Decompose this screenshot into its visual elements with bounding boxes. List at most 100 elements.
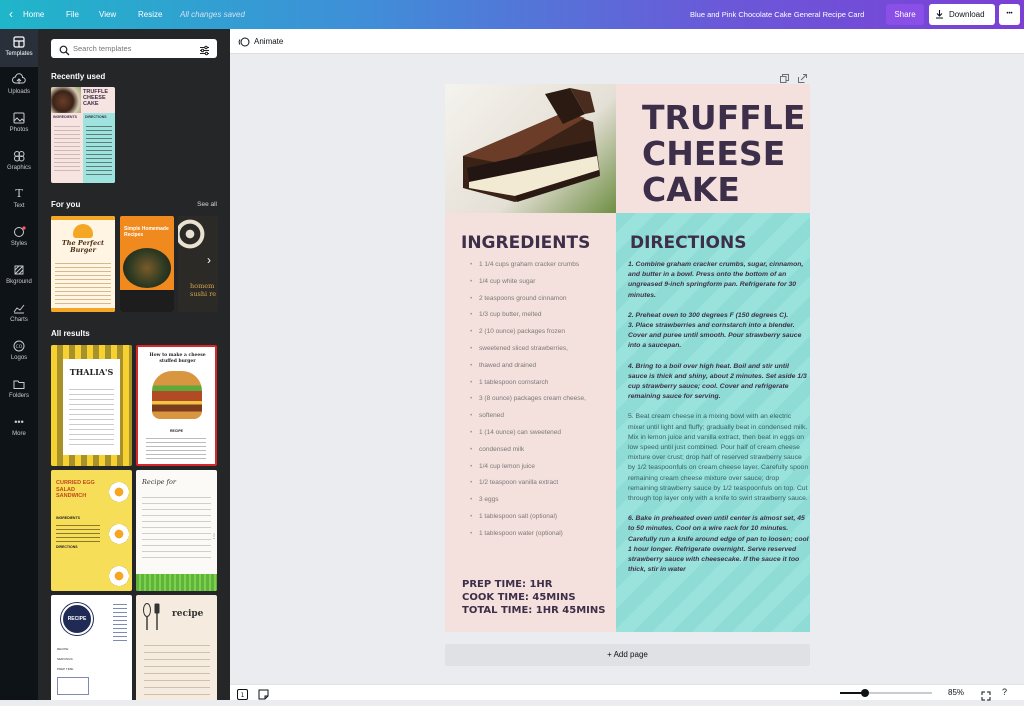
file-menu[interactable]: File [66,0,79,29]
notes-icon[interactable] [258,687,269,705]
burger-icon [73,224,93,238]
direction-step: 6. Bake in preheated oven until center i… [628,515,809,574]
prep-time: PREP TIME: 1HR [462,579,553,590]
thumb-menu-icon-2[interactable]: ⋮ [211,534,217,544]
left-rail: Templates Uploads Photos Graphics T Text… [0,29,38,700]
result-template-stuffed-burger[interactable]: How to make a cheese stuffed burger RECI… [136,345,217,466]
recipe-field-3: PREP TIME: [57,667,74,671]
animate-button[interactable]: Animate [254,29,283,54]
download-label: Download [949,10,985,19]
ingredients-list[interactable]: 1 1/4 cups graham cracker crumbs1/4 cup … [470,257,610,543]
svg-text:1: 1 [241,692,245,699]
animate-icon [238,35,250,53]
background-icon [12,263,26,277]
recipe-title[interactable]: TRUFFLE CHEESE CAKE [642,100,805,208]
result-template-recipe-circle[interactable]: RECIPE RECIPE: SERVINGS: PREP TIME: [51,595,132,700]
result-template-recipe-for[interactable]: Recipe for [136,470,217,591]
times-block[interactable]: PREP TIME: 1HR COOK TIME: 45MINS TOTAL T… [462,578,605,617]
result-template-thalias[interactable]: THALIA'S [51,345,132,466]
recent-template-thumb[interactable]: TRUFFLE CHEESE CAKE INGREDIENTS DIRECTIO… [51,87,115,183]
recipe-badge-label: RECIPE [67,616,87,622]
stuffed-burger-title: How to make a cheese stuffed burger [149,353,206,364]
zoom-slider[interactable] [840,689,932,697]
add-page-button[interactable]: + Add page [445,644,810,666]
home-button[interactable]: Home [23,0,44,29]
rail-folders[interactable]: Folders [0,371,38,409]
ingredient-item: 1 (14 ounce) can sweetened [470,425,610,442]
zoom-level[interactable]: 85% [948,688,964,697]
rail-background[interactable]: Bkground [0,257,38,295]
egg-salad-ing: INGREDIENTS [56,516,80,520]
rail-styles[interactable]: Styles [0,219,38,257]
homemade-title: Simple Homemade Recipes [124,226,169,238]
chevron-left-icon[interactable]: ‹ [9,0,13,29]
rail-charts-label: Charts [10,317,28,323]
recipe-for-lines [142,492,211,562]
zoom-slider-handle[interactable] [860,689,869,697]
recipe-utensils-lines [144,639,210,695]
rail-graphics-label: Graphics [6,165,31,171]
rail-photos[interactable]: Photos [0,105,38,143]
graphics-icon [12,149,26,163]
result-template-egg-salad[interactable]: CURRIED EGG SALAD SANDWICH INGREDIENTS D… [51,470,132,591]
rail-charts[interactable]: Charts [0,295,38,333]
total-time: TOTAL TIME: 1HR 45MINS [462,605,606,616]
fullscreen-icon[interactable] [981,688,991,706]
foryou-template-burger[interactable]: The Perfect Burger [51,216,115,312]
recipe-field-1: RECIPE: [57,647,70,651]
sushi-title: homem sushi re [190,282,217,298]
see-all-link[interactable]: See all [197,201,217,208]
rail-templates[interactable]: Templates [0,29,38,67]
recent-thumb-lines [54,123,80,173]
share-button[interactable]: Share [886,4,924,25]
egg-salad-lines [56,522,100,542]
add-page-label: + Add page [607,650,648,659]
rail-text[interactable]: T Text [0,181,38,219]
ingredients-heading[interactable]: INGREDIENTS [461,233,590,253]
thumb-menu-icon[interactable]: ⋮ [126,534,132,544]
direction-step: 4. Bring to a boil over high heat. Boil … [628,362,807,401]
chevron-right-icon[interactable]: › [202,254,216,268]
download-button[interactable]: Download [929,4,995,25]
all-results-heading: All results [51,329,90,338]
homemade-footer [120,290,174,312]
foryou-template-sushi[interactable]: homem sushi re › [178,216,218,312]
direction-step: 2. Preheat oven to 300 degrees F (150 de… [628,311,789,319]
view-menu[interactable]: View [99,0,116,29]
rail-logos[interactable]: CO Logos [0,333,38,371]
recipe-field-box [57,677,89,695]
resize-menu[interactable]: Resize [138,0,162,29]
search-icon [59,43,70,61]
uploads-icon [12,73,26,87]
document-title[interactable]: Blue and Pink Chocolate Cake General Rec… [690,0,864,29]
more-options-button[interactable]: ••• [999,4,1020,25]
rail-uploads-label: Uploads [7,89,30,95]
rail-uploads[interactable]: Uploads [0,67,38,105]
title-line-2: CHEESE [642,134,786,173]
photos-icon [12,111,26,125]
recently-used-heading: Recently used [51,72,106,81]
directions-heading[interactable]: DIRECTIONS [630,233,746,253]
rail-photos-label: Photos [9,127,29,133]
help-icon[interactable]: ? [1002,687,1007,697]
search-input[interactable] [73,42,193,55]
rail-more-label: More [12,431,26,437]
page-number-icon[interactable]: 1 [237,687,248,705]
filter-icon[interactable] [199,43,210,61]
recipe-card[interactable]: TRUFFLE CHEESE CAKE INGREDIENTS DIRECTIO… [445,84,810,632]
more-icon: ••• [14,417,24,427]
burger-band [51,216,115,220]
stuffed-burger-sub: RECIPE [169,429,184,433]
rail-more[interactable]: ••• More [0,409,38,447]
search-field[interactable] [51,39,217,58]
result-template-recipe-utensils[interactable]: recipe [136,595,217,700]
cake-image [51,87,81,113]
directions-list[interactable]: 1. Combine graham cracker crumbs, sugar,… [628,260,809,575]
templates-panel: Recently used TRUFFLE CHEESE CAKE INGRED… [38,29,230,700]
rail-graphics[interactable]: Graphics [0,143,38,181]
foryou-template-homemade[interactable]: Simple Homemade Recipes [120,216,174,312]
burger-image [152,371,202,419]
rail-templates-label: Templates [5,51,33,57]
ingredient-item: 2 (10 ounce) packages frozen [470,324,610,341]
thalias-lines [69,385,114,445]
